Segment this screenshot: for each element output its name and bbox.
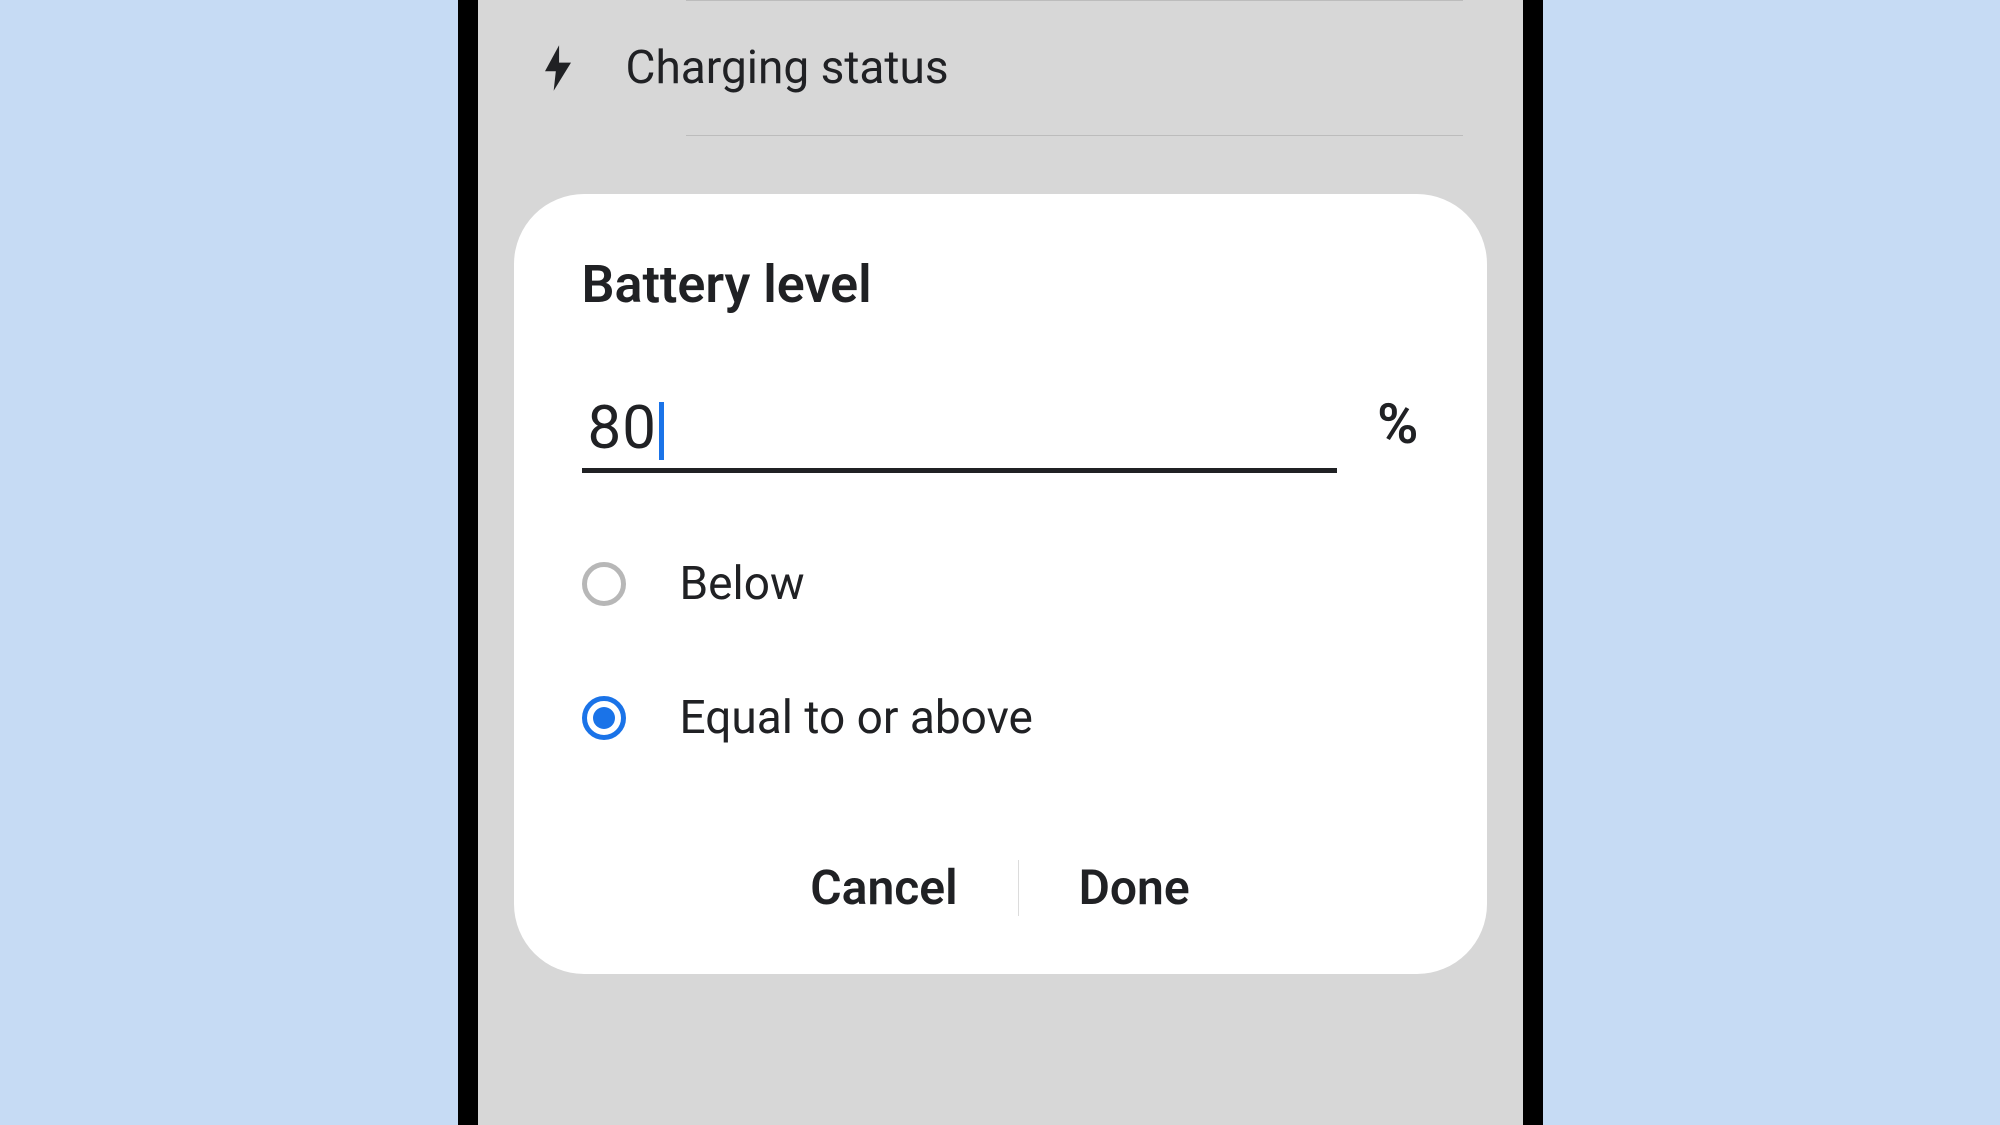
text-caret [659,402,664,460]
percent-input-row: 80 % [582,391,1419,473]
screen-background: Charging status Battery level 80 % Below… [478,0,1523,1125]
radio-icon [582,696,626,740]
dialog-button-row: Cancel Done [582,845,1419,930]
percent-input-value: 80 [588,392,657,463]
battery-level-dialog: Battery level 80 % Below Equal to or abo… [514,194,1487,974]
done-button[interactable]: Done [1019,845,1250,930]
radio-icon [582,562,626,606]
device-frame: Charging status Battery level 80 % Below… [458,0,1543,1125]
percent-input[interactable]: 80 [582,394,1338,473]
charging-status-row[interactable]: Charging status [538,1,1463,135]
radio-label-below: Below [680,557,805,611]
percent-symbol: % [1377,391,1418,473]
background-settings-list: Charging status [478,0,1523,136]
radio-option-equal-or-above[interactable]: Equal to or above [582,661,1419,775]
cancel-button[interactable]: Cancel [750,845,1017,930]
radio-option-below[interactable]: Below [582,527,1419,641]
list-divider [686,135,1463,136]
lightning-icon [538,45,578,91]
dialog-title: Battery level [582,256,1419,313]
charging-status-label: Charging status [626,41,949,95]
radio-label-equal-or-above: Equal to or above [680,691,1033,745]
